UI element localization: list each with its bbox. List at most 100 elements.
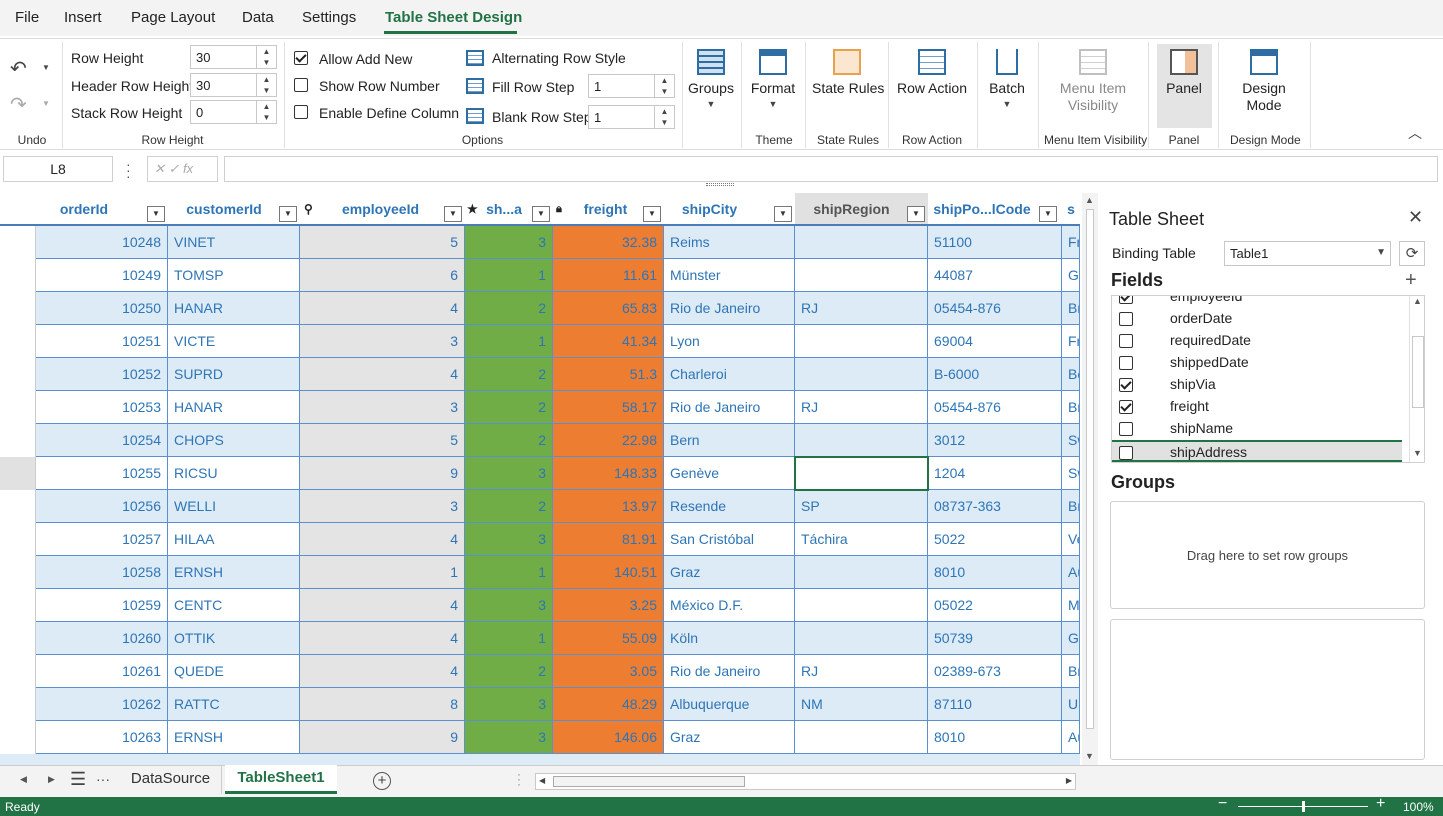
ship-postal-code-cell[interactable]: 69004 — [928, 325, 1062, 357]
ship-via-cell[interactable]: 2 — [465, 358, 553, 390]
order-id-cell[interactable]: 10249 — [36, 259, 168, 291]
ship-region-cell[interactable] — [795, 259, 928, 291]
ship-city-cell[interactable]: San Cristóbal — [664, 523, 795, 555]
ship-country-cell[interactable]: Br — [1062, 655, 1080, 687]
ship-country-cell[interactable]: Fr — [1062, 226, 1080, 258]
spinner-arrows-icon[interactable]: ▲ ▼ — [256, 101, 276, 123]
ship-city-cell[interactable]: Resende — [664, 490, 795, 522]
ship-postal-code-cell[interactable]: 44087 — [928, 259, 1062, 291]
spinner-arrows-icon[interactable]: ▲ ▼ — [256, 46, 276, 68]
order-id-cell[interactable]: 10250 — [36, 292, 168, 324]
scroll-thumb[interactable] — [553, 776, 745, 787]
freight-cell[interactable]: 3.25 — [553, 589, 664, 621]
freight-cell[interactable]: 32.38 — [553, 226, 664, 258]
employee-id-cell[interactable]: 9 — [300, 457, 465, 489]
ship-postal-code-cell[interactable]: 05022 — [928, 589, 1062, 621]
row-height-spinner[interactable]: 30 ▲ ▼ — [190, 45, 277, 69]
table-row[interactable]: 10262RATTC8348.29AlbuquerqueNM87110US — [0, 688, 1080, 721]
groups-button[interactable]: Groups ▼ — [688, 49, 734, 109]
row-header[interactable] — [0, 523, 36, 556]
ship-city-cell[interactable]: Albuquerque — [664, 688, 795, 720]
ship-via-cell[interactable]: 3 — [465, 688, 553, 720]
next-sheet-icon[interactable]: ▶ — [48, 774, 55, 785]
employee-id-cell[interactable]: 1 — [300, 556, 465, 588]
add-field-icon[interactable]: + — [1405, 269, 1417, 292]
scroll-right-icon[interactable]: ▶ — [1066, 776, 1072, 785]
field-item[interactable]: freight — [1112, 396, 1402, 418]
ship-country-cell[interactable]: US — [1062, 688, 1080, 720]
row-action-button[interactable]: Row Action — [896, 49, 968, 97]
row-header[interactable] — [0, 721, 36, 754]
ship-postal-code-cell[interactable]: 02389-673 — [928, 655, 1062, 687]
column-header-customerid[interactable]: customerId ▼ — [168, 193, 300, 226]
employee-id-cell[interactable]: 3 — [300, 391, 465, 423]
zoom-slider[interactable] — [1238, 801, 1368, 812]
alternating-row-style-label[interactable]: Alternating Row Style — [492, 50, 626, 66]
ship-city-cell[interactable]: Rio de Janeiro — [664, 391, 795, 423]
customer-id-cell[interactable]: WELLI — [168, 490, 300, 522]
values-dropzone[interactable] — [1110, 619, 1425, 760]
column-header-shipvia[interactable]: ★ sh...a ▼ — [465, 193, 553, 226]
employee-id-cell[interactable]: 5 — [300, 226, 465, 258]
ship-city-cell[interactable]: Graz — [664, 721, 795, 753]
more-sheets-icon[interactable]: ··· — [96, 771, 110, 787]
ship-country-cell[interactable]: G — [1062, 259, 1080, 291]
ship-region-cell[interactable] — [795, 325, 928, 357]
ship-country-cell[interactable]: Be — [1062, 358, 1080, 390]
zoom-in-icon[interactable]: + — [1376, 795, 1385, 813]
redo-icon[interactable]: ↷ — [10, 92, 27, 117]
undo-dropdown-icon[interactable]: ▼ — [42, 63, 50, 72]
field-checkbox[interactable] — [1119, 446, 1133, 460]
tab-splitter-icon[interactable]: · · · — [517, 768, 521, 790]
ship-postal-code-cell[interactable]: 05454-876 — [928, 292, 1062, 324]
filter-dropdown-icon[interactable]: ▼ — [774, 206, 792, 222]
row-header[interactable] — [0, 589, 36, 622]
redo-dropdown-icon[interactable]: ▼ — [42, 99, 50, 108]
column-header-orderid[interactable]: orderId ▼ — [36, 193, 168, 226]
freight-cell[interactable]: 65.83 — [553, 292, 664, 324]
ship-region-cell[interactable] — [795, 721, 928, 753]
field-item[interactable]: orderDate — [1112, 308, 1402, 330]
order-id-cell[interactable]: 10248 — [36, 226, 168, 258]
row-header[interactable] — [0, 655, 36, 688]
design-mode-button[interactable]: Design Mode — [1230, 49, 1298, 114]
ship-country-cell[interactable]: Sw — [1062, 457, 1080, 489]
order-id-cell[interactable]: 10261 — [36, 655, 168, 687]
customer-id-cell[interactable]: ERNSH — [168, 556, 300, 588]
ship-region-cell[interactable]: NM — [795, 688, 928, 720]
employee-id-cell[interactable]: 5 — [300, 424, 465, 456]
ship-region-cell[interactable] — [795, 358, 928, 390]
row-header[interactable] — [0, 688, 36, 721]
all-sheets-icon[interactable]: ☰ — [70, 769, 86, 790]
table-row[interactable]: 10248 VINET 5 3 32.38 Reims 51100 Fr — [0, 226, 1080, 259]
refresh-icon[interactable]: ⟳ — [1399, 241, 1425, 266]
freight-cell[interactable]: 81.91 — [553, 523, 664, 555]
show-row-number-checkbox[interactable] — [294, 78, 308, 92]
allow-add-new-checkbox[interactable] — [294, 51, 308, 65]
ship-city-cell[interactable]: Münster — [664, 259, 795, 291]
order-id-cell[interactable]: 10257 — [36, 523, 168, 555]
ship-via-cell[interactable]: 2 — [465, 424, 553, 456]
formula-input[interactable] — [224, 156, 1438, 182]
ship-postal-code-cell[interactable]: 8010 — [928, 721, 1062, 753]
order-id-cell[interactable]: 10253 — [36, 391, 168, 423]
order-id-cell[interactable]: 10254 — [36, 424, 168, 456]
customer-id-cell[interactable]: VINET — [168, 226, 300, 258]
field-checkbox[interactable] — [1119, 356, 1133, 370]
ship-region-cell[interactable] — [795, 424, 928, 456]
fill-row-step-spinner[interactable]: 1 ▲ ▼ — [588, 74, 675, 98]
filter-dropdown-icon[interactable]: ▼ — [147, 206, 165, 222]
ship-country-cell[interactable]: Br — [1062, 292, 1080, 324]
ship-region-cell[interactable]: Táchira — [795, 523, 928, 555]
column-header-shippostalcode[interactable]: shipPo...lCode ▼ — [928, 193, 1062, 226]
freight-cell[interactable]: 22.98 — [553, 424, 664, 456]
filter-dropdown-icon[interactable]: ▼ — [643, 206, 661, 222]
order-id-cell[interactable]: 10256 — [36, 490, 168, 522]
freight-cell[interactable]: 13.97 — [553, 490, 664, 522]
order-id-cell[interactable]: 10252 — [36, 358, 168, 390]
menu-tab-settings[interactable]: Settings — [302, 9, 356, 26]
customer-id-cell[interactable]: RICSU — [168, 457, 300, 489]
row-header[interactable] — [0, 391, 36, 424]
ship-city-cell[interactable]: Rio de Janeiro — [664, 292, 795, 324]
ship-country-cell[interactable]: Sw — [1062, 424, 1080, 456]
